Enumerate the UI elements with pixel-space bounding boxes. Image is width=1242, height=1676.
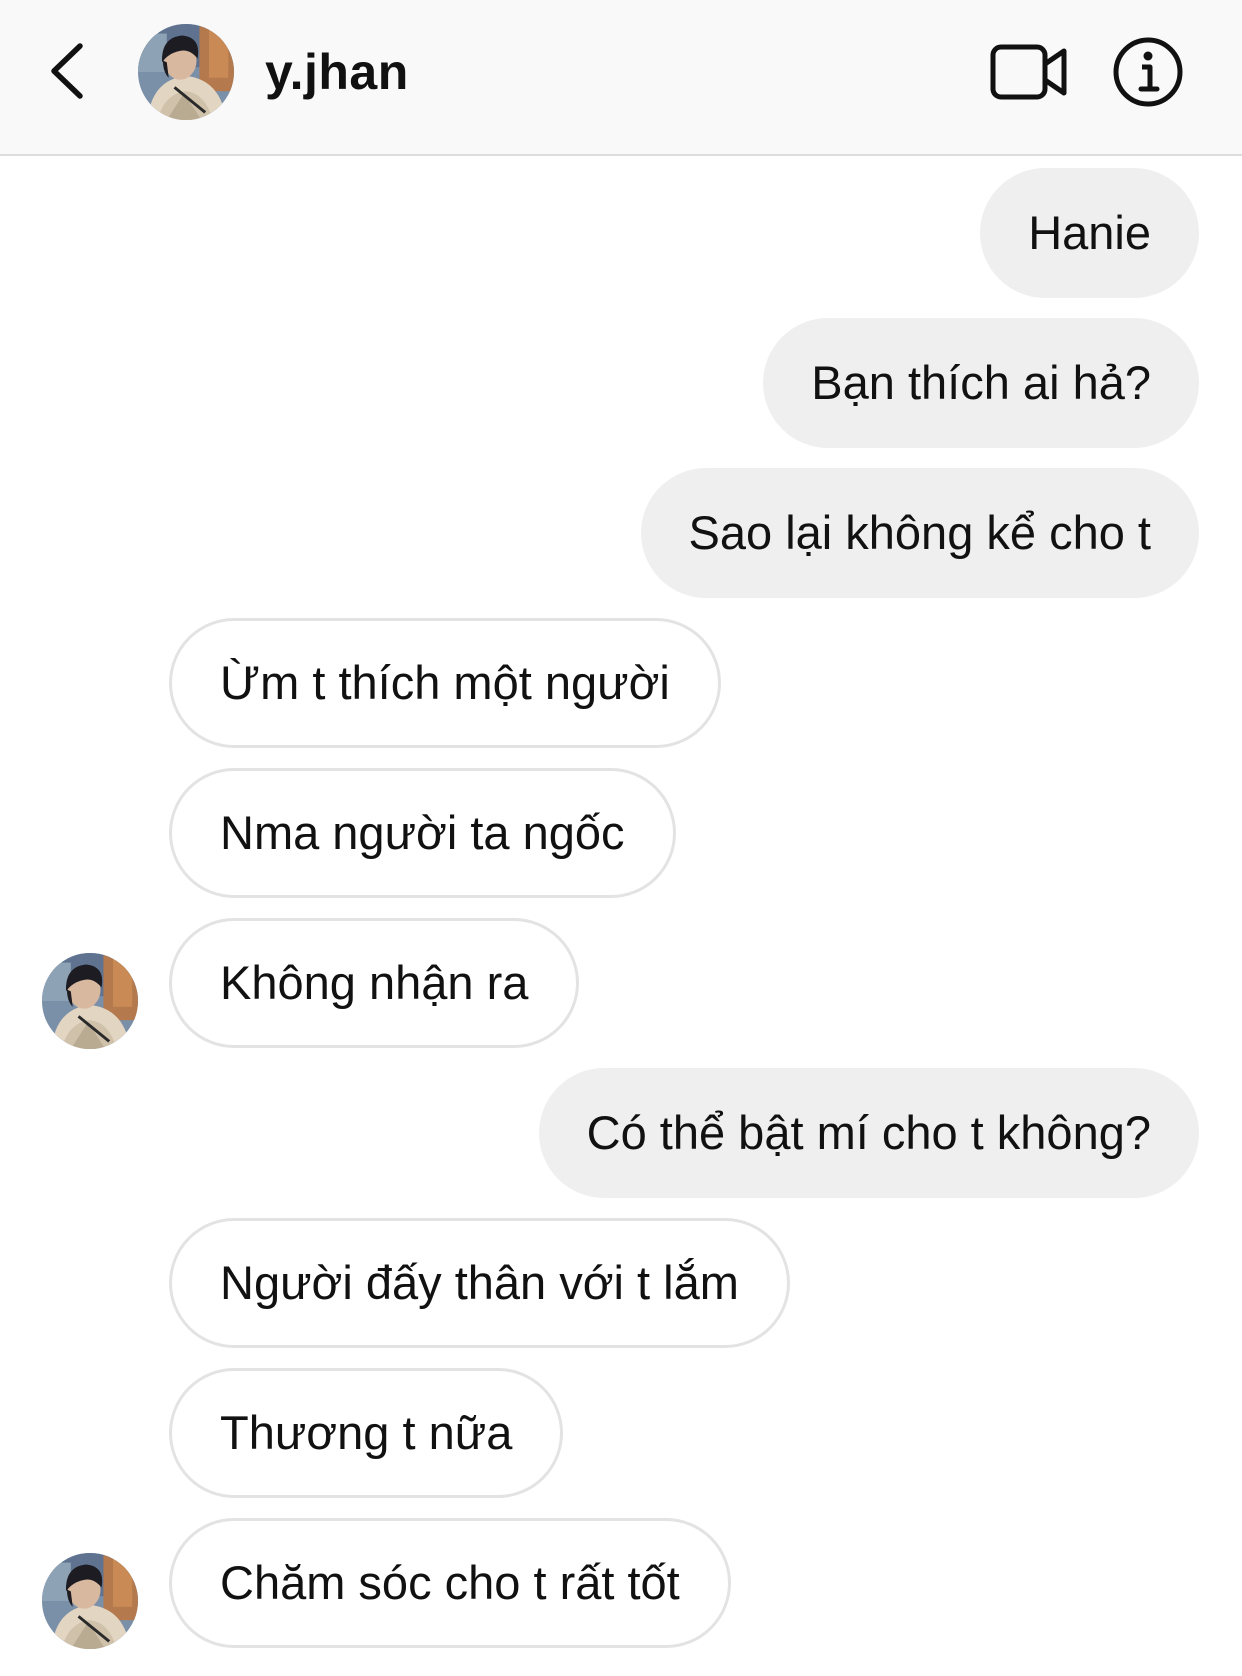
contact-username[interactable]: y.jhan bbox=[265, 40, 409, 104]
video-call-button[interactable] bbox=[990, 40, 1070, 104]
message-bubble-incoming[interactable]: Người đấy thân với t lắm bbox=[169, 1218, 790, 1348]
sender-avatar[interactable] bbox=[42, 953, 138, 1049]
video-camera-icon bbox=[990, 44, 1067, 100]
message-bubble-outgoing[interactable]: Hanie bbox=[980, 168, 1199, 298]
message-bubble-incoming[interactable]: Thương t nữa bbox=[169, 1368, 564, 1498]
back-button[interactable] bbox=[36, 36, 96, 106]
message-bubble-incoming[interactable]: Nma người ta ngốc bbox=[169, 768, 676, 898]
chevron-left-icon bbox=[51, 43, 83, 99]
info-button[interactable] bbox=[1112, 36, 1184, 108]
avatar[interactable] bbox=[138, 24, 234, 120]
message-bubble-outgoing[interactable]: Bạn thích ai hả? bbox=[763, 318, 1199, 448]
chat-header: y.jhan bbox=[0, 0, 1242, 156]
info-icon bbox=[1113, 37, 1183, 107]
message-bubble-incoming[interactable]: Ừm t thích một người bbox=[169, 618, 721, 748]
message-bubble-incoming[interactable]: Chăm sóc cho t rất tốt bbox=[169, 1518, 731, 1648]
message-bubble-outgoing[interactable]: Sao lại không kể cho t bbox=[640, 468, 1199, 598]
message-bubble-incoming[interactable]: Không nhận ra bbox=[169, 918, 580, 1048]
sender-avatar[interactable] bbox=[42, 1553, 138, 1649]
message-bubble-outgoing[interactable]: Có thể bật mí cho t không? bbox=[538, 1068, 1199, 1198]
message-thread: Hanie Bạn thích ai hả? Sao lại không kể … bbox=[0, 156, 1242, 1676]
